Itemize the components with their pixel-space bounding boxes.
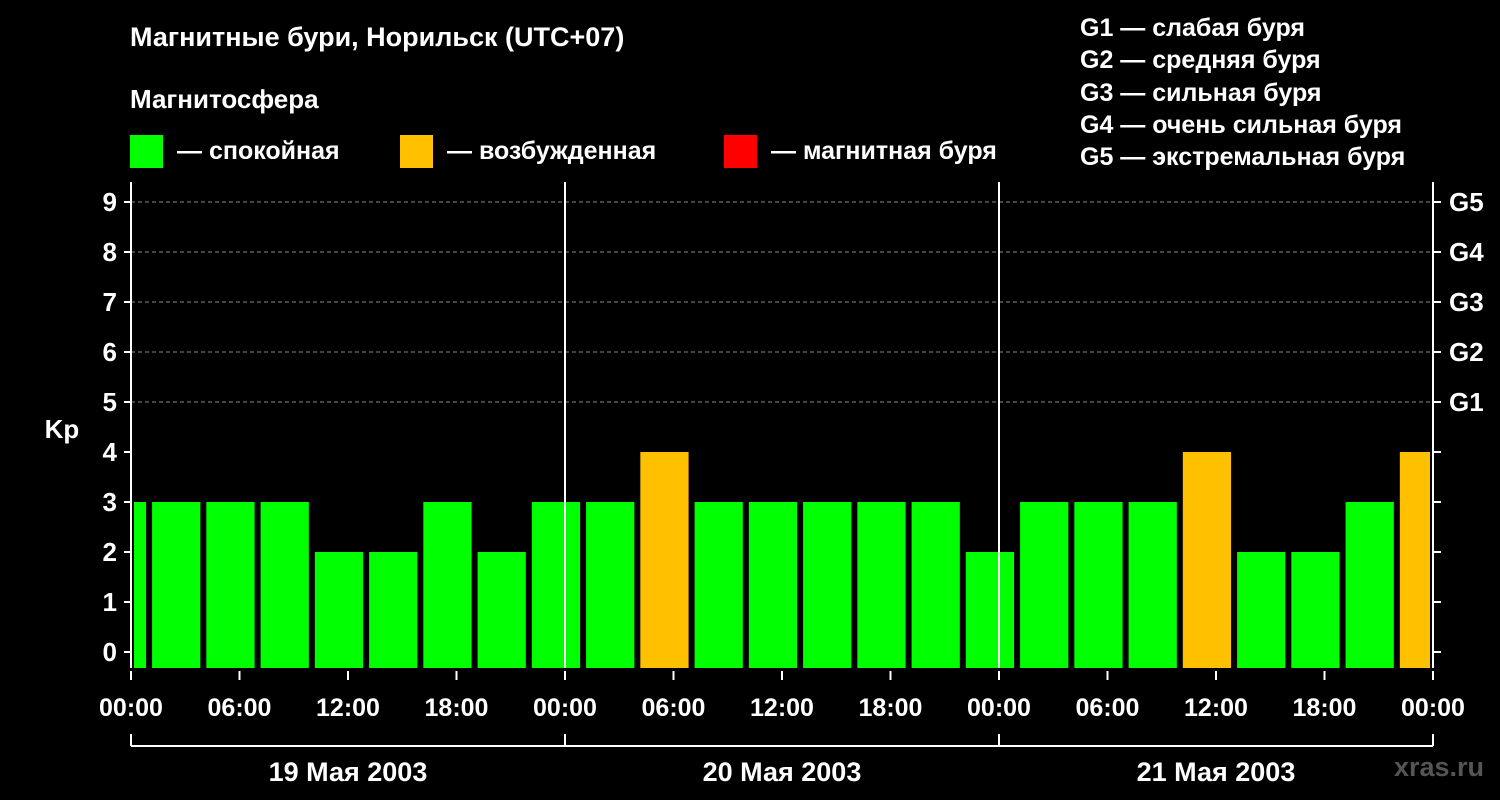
- storm-level-label: G1: [1449, 387, 1484, 417]
- kp-bar: [1128, 502, 1177, 668]
- kp-bar: [1182, 452, 1232, 668]
- y-tick-label: 5: [103, 387, 117, 417]
- kp-bar: [586, 502, 635, 668]
- storm-level-label: G3: [1449, 287, 1484, 317]
- kp-bar: [206, 502, 255, 668]
- kp-bar: [134, 502, 147, 668]
- kp-bar: [640, 452, 689, 668]
- y-tick-label: 9: [103, 187, 117, 217]
- y-tick-label: 6: [103, 337, 117, 367]
- y-tick-label: 8: [103, 237, 117, 267]
- x-tick-label: 12:00: [316, 694, 380, 722]
- kp-bar: [369, 552, 418, 668]
- day-label: 19 Мая 2003: [269, 757, 428, 787]
- y-tick-label: 7: [103, 287, 117, 317]
- x-tick-label: 00:00: [1401, 694, 1465, 722]
- kp-bar: [1399, 452, 1430, 668]
- day-label: 21 Мая 2003: [1137, 757, 1296, 787]
- kp-bar: [748, 502, 798, 668]
- x-tick-label: 00:00: [533, 694, 597, 722]
- y-tick-label: 1: [103, 587, 117, 617]
- kp-bar: [1074, 502, 1123, 668]
- kp-bar: [477, 552, 526, 668]
- kp-bar: [857, 502, 906, 668]
- x-tick-label: 06:00: [208, 694, 272, 722]
- kp-bar: [911, 502, 960, 668]
- y-tick-label: 2: [103, 537, 117, 567]
- y-tick-label: 4: [103, 437, 118, 467]
- kp-bar: [260, 502, 309, 668]
- x-tick-label: 18:00: [425, 694, 489, 722]
- y-tick-label: 0: [103, 637, 117, 667]
- kp-bar: [1291, 552, 1340, 668]
- kp-bar: [423, 502, 472, 668]
- x-tick-label: 12:00: [1184, 694, 1248, 722]
- storm-level-label: G2: [1449, 337, 1484, 367]
- kp-bar: [314, 552, 364, 668]
- kp-bar: [1345, 502, 1394, 668]
- kp-bar: [1237, 552, 1286, 668]
- y-tick-label: 3: [103, 487, 117, 517]
- kp-chart: 0 1 2 3 4 5 6 7 8 9 G1 G2 G3 G4 G5 Kp 00:00 06:00 12:00 18:…: [45, 182, 1484, 787]
- kp-bar: [152, 502, 201, 668]
- x-tick-label: 12:00: [750, 694, 814, 722]
- x-tick-label: 18:00: [1293, 694, 1357, 722]
- kp-bar: [1020, 502, 1069, 668]
- kp-bar: [803, 502, 852, 668]
- watermark: xras.ru: [1393, 752, 1484, 782]
- x-tick-label: 06:00: [1076, 694, 1140, 722]
- kp-bar: [694, 502, 743, 668]
- x-tick-label: 00:00: [99, 694, 163, 722]
- kp-bar: [965, 552, 1015, 668]
- storm-level-label: G5: [1449, 187, 1484, 217]
- storm-level-label: G4: [1449, 237, 1484, 267]
- day-label: 20 Мая 2003: [703, 757, 862, 787]
- kp-bar: [531, 502, 581, 668]
- y-axis-label: Kp: [45, 414, 80, 444]
- x-tick-label: 00:00: [967, 694, 1031, 722]
- x-tick-label: 06:00: [642, 694, 706, 722]
- x-tick-label: 18:00: [859, 694, 923, 722]
